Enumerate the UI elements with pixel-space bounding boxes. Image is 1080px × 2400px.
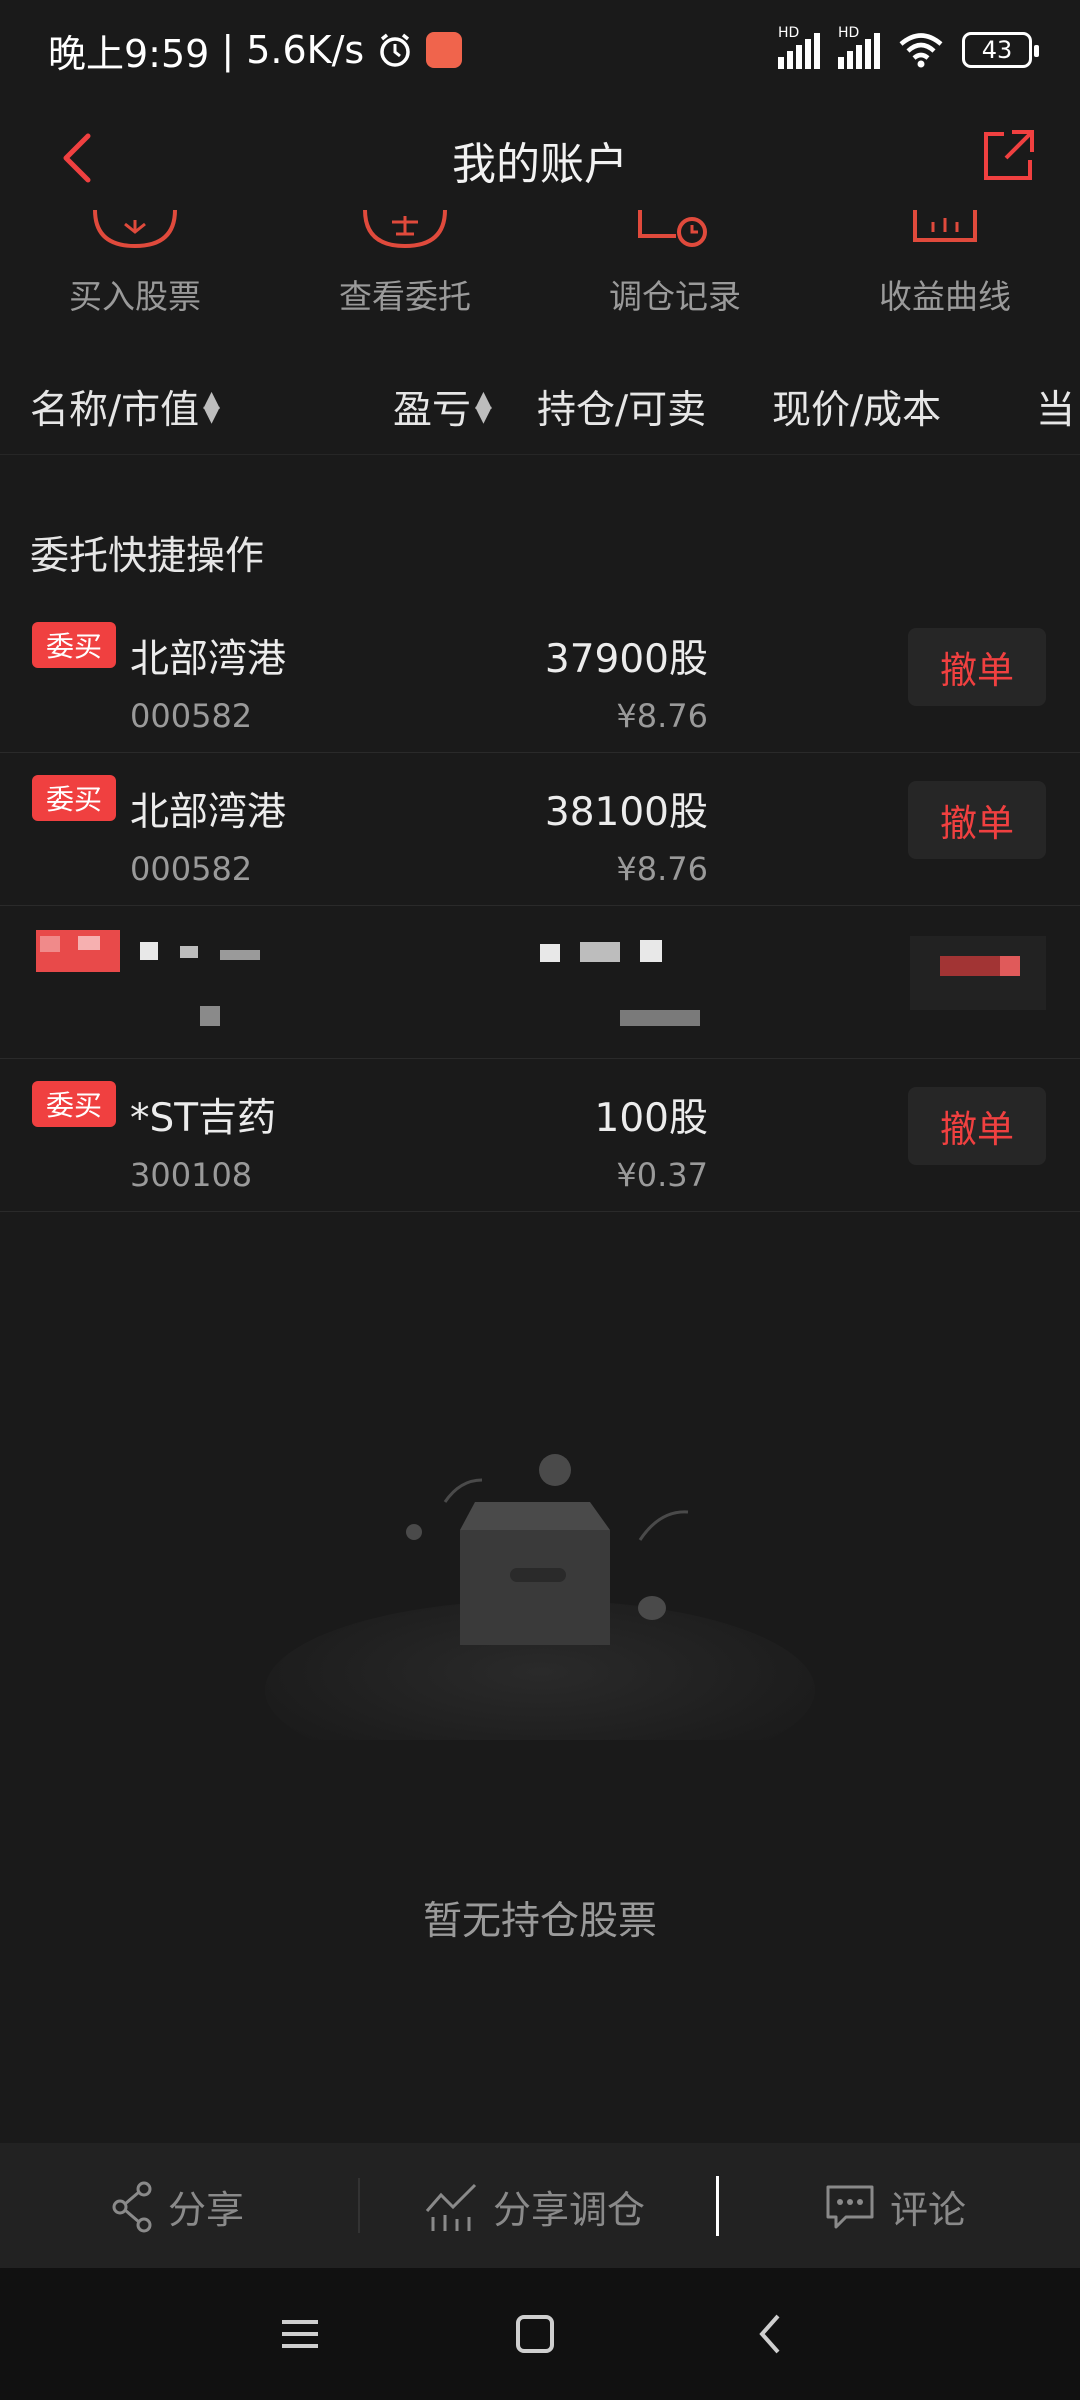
order-row: 委买 北部湾港 000582 38100股 ¥8.76 撤单 — [0, 753, 1080, 906]
share-icon — [112, 2181, 152, 2232]
column-holding: 持仓/可卖 — [537, 379, 706, 435]
empty-state-text: 暂无持仓股票 — [422, 1899, 657, 1944]
order-price: ¥0.37 — [616, 1156, 708, 1194]
redacted-block — [620, 1010, 700, 1026]
quick-action-label: 买入股票 — [69, 277, 201, 316]
cancel-order-button[interactable]: 撤单 — [908, 781, 1046, 859]
signal-1-label: HD — [778, 25, 800, 41]
divider — [358, 2178, 360, 2233]
order-row: 委买 北部湾港 000582 37900股 ¥8.76 撤单 — [0, 600, 1080, 753]
buy-icon — [93, 210, 177, 249]
stock-code: 300108 — [130, 1156, 253, 1194]
stock-name: *ST吉药 — [130, 1096, 277, 1141]
app-header: 我的账户 — [0, 100, 1080, 220]
column-more-label: 当 — [1036, 388, 1076, 433]
quick-action-label: 调仓记录 — [609, 277, 741, 316]
redacted-block — [78, 936, 100, 950]
battery-indicator: 43 — [962, 32, 1039, 68]
text-cursor — [716, 2176, 719, 2236]
history-icon — [638, 210, 707, 247]
order-price: ¥8.76 — [616, 850, 708, 888]
share-label: 分享 — [168, 2188, 245, 2232]
order-type-badge: 委买 — [32, 775, 116, 821]
status-network-speed: | 5.6K/s — [221, 28, 365, 72]
bottom-action-bar: 分享 分享调仓 评论 — [0, 2143, 1080, 2268]
column-price-cost: 现价/成本 — [772, 379, 941, 435]
share-rebalance-label: 分享调仓 — [493, 2188, 646, 2232]
stock-code: 000582 — [130, 697, 253, 735]
stock-code: 000582 — [130, 850, 253, 888]
redacted-block — [1000, 956, 1020, 976]
status-time: 晚上9:59 — [48, 31, 210, 76]
column-more: 当 — [1036, 379, 1075, 435]
quick-action-label: 查看委托 — [339, 277, 471, 316]
back-icon[interactable] — [742, 2304, 802, 2364]
status-bar: 晚上9:59 | 5.6K/s HD HD 43 — [0, 0, 1080, 100]
order-quantity: 100股 — [594, 1096, 708, 1141]
quick-action-history[interactable]: 调仓记录 — [575, 210, 775, 330]
redacted-block — [140, 942, 158, 960]
order-row-redacted — [0, 906, 1080, 1059]
page-title: 我的账户 — [452, 139, 628, 190]
column-profit-label: 盈亏 — [393, 388, 472, 433]
column-profit[interactable]: 盈亏 ▲ ▼ — [393, 379, 492, 435]
external-share-icon[interactable] — [978, 126, 1038, 186]
column-price-cost-label: 现价/成本 — [772, 388, 942, 433]
redacted-block — [200, 1006, 220, 1026]
wifi-icon — [899, 33, 943, 68]
order-icon — [363, 210, 447, 249]
redacted-block — [580, 942, 620, 962]
signal-2-icon: HD — [838, 25, 880, 69]
quick-action-buy[interactable]: 买入股票 — [35, 210, 235, 330]
share-button[interactable]: 分享 — [110, 2179, 244, 2234]
signal-1-icon: HD — [778, 25, 820, 69]
sort-icon: ▲ ▼ — [475, 386, 492, 427]
order-quantity: 38100股 — [544, 790, 708, 835]
trend-chart-icon — [425, 2183, 477, 2231]
redacted-block — [40, 936, 60, 952]
quick-action-orders[interactable]: 查看委托 — [305, 210, 505, 330]
column-name-value[interactable]: 名称/市值 ▲ ▼ — [30, 379, 220, 435]
empty-box-illustration — [265, 1454, 815, 1740]
section-title: 委托快捷操作 — [30, 534, 265, 579]
column-name-value-label: 名称/市值 — [30, 388, 200, 433]
comment-label: 评论 — [890, 2188, 967, 2232]
quick-action-label: 收益曲线 — [879, 277, 1011, 316]
chart-icon — [913, 210, 977, 242]
order-type-badge: 委买 — [32, 1081, 116, 1127]
back-arrow-icon[interactable] — [50, 128, 110, 188]
order-quantity: 37900股 — [544, 637, 708, 682]
battery-level: 43 — [981, 36, 1013, 64]
redacted-block — [640, 940, 662, 962]
order-type-badge: 委买 — [32, 622, 116, 668]
stock-name: 北部湾港 — [130, 637, 287, 682]
redacted-block — [180, 946, 198, 958]
quick-actions: 买入股票 查看委托 调仓记录 收益曲线 — [0, 210, 1080, 330]
home-icon[interactable] — [505, 2304, 565, 2364]
notification-app-icon — [426, 32, 463, 68]
order-row: 委买 *ST吉药 300108 100股 ¥0.37 撤单 — [0, 1059, 1080, 1212]
alarm-icon — [380, 33, 410, 67]
order-list: 委买 北部湾港 000582 37900股 ¥8.76 撤单 委买 北部湾港 0… — [0, 600, 1080, 1212]
stock-name: 北部湾港 — [130, 790, 287, 835]
signal-2-label: HD — [838, 25, 860, 41]
holdings-column-header: 名称/市值 ▲ ▼ 盈亏 ▲ ▼ 持仓/可卖 现价/成本 当 — [0, 360, 1080, 455]
share-rebalance-button[interactable]: 分享调仓 — [425, 2179, 645, 2234]
cancel-order-button[interactable]: 撤单 — [908, 628, 1046, 706]
sort-icon: ▲ ▼ — [203, 386, 221, 427]
redacted-block — [540, 944, 560, 962]
order-price: ¥8.76 — [616, 697, 708, 735]
comment-icon — [826, 2185, 874, 2228]
quick-action-chart[interactable]: 收益曲线 — [845, 210, 1045, 330]
system-nav-bar — [0, 2268, 1080, 2400]
redacted-block — [220, 950, 260, 960]
menu-icon[interactable] — [270, 2304, 330, 2364]
comment-button[interactable]: 评论 — [824, 2179, 966, 2234]
column-holding-label: 持仓/可卖 — [537, 388, 707, 433]
cancel-order-button[interactable]: 撤单 — [908, 1087, 1046, 1165]
